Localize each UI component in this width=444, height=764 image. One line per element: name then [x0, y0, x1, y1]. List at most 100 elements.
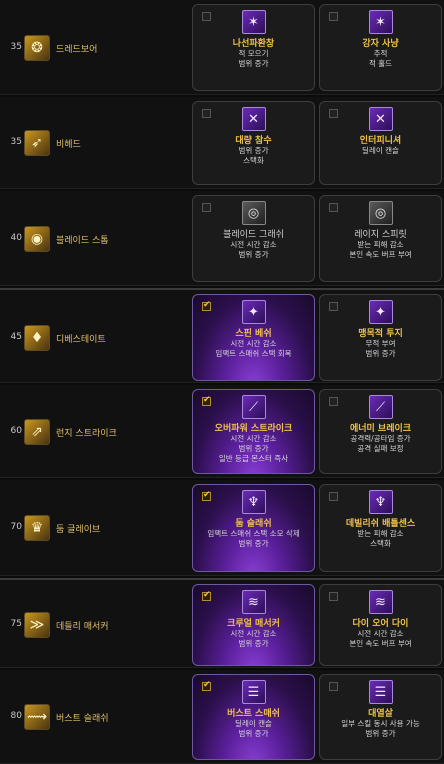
tripod-checkbox[interactable]: [329, 203, 338, 212]
tripod-card-left[interactable]: ✶ 나선파환창 적 모으기 범위 증가: [192, 4, 315, 91]
skill-name: 드레드보어: [56, 44, 98, 55]
skill-row: 70 ♛ 둠 글레이브 ♆둠 슬래쉬임팩트 스매쉬 스택 소모 삭제범위 증가♆데빌리…: [0, 480, 444, 576]
skill-level: 60: [10, 425, 22, 436]
skill-glyph-icon: ♦: [30, 329, 44, 346]
skill-icon[interactable]: ⟿: [24, 704, 50, 730]
skill-glyph-icon: ♛: [30, 520, 44, 536]
tripod-card-right[interactable]: ≋ 다이 오어 다이 시전 시간 감소 본인 속도 버프 부여: [319, 584, 442, 666]
skill-icon[interactable]: ⇗: [24, 418, 50, 445]
tripod-card-right[interactable]: ✶ 강자 사냥 추적 적 홀드: [319, 4, 442, 91]
tripod-icon: ✕: [368, 107, 393, 131]
tripod-card-right[interactable]: ✦ 맹목적 투지 무적 부여 범위 증가: [319, 294, 442, 381]
skill-name: 비헤드: [56, 140, 81, 150]
tripod-card-right[interactable]: ✕ 인터피니셔 딜레이 캔슬: [319, 101, 442, 185]
tripod-card-left[interactable]: ⟋오버파워 스트라이크시전 시간 감소범위 증가일반 등급 몬스터 즉사: [192, 389, 315, 474]
skill-glyph-icon: ◉: [30, 230, 44, 247]
skill-icon[interactable]: ♦: [24, 324, 50, 351]
tripod-card-left[interactable]: ◎ 블레이드 그래쉬 시전 시간 감소 범위 증가: [192, 195, 315, 282]
tripod-icon: ⟋: [368, 395, 393, 419]
tripod-checkbox[interactable]: [202, 300, 211, 311]
tripod-card-left[interactable]: ♆둠 슬래쉬임팩트 스매쉬 스택 소모 삭제범위 증가: [192, 484, 315, 572]
tripod-checkbox[interactable]: [202, 203, 211, 212]
skill-level: 35: [10, 137, 22, 147]
tripod-icon: ⟋: [241, 395, 266, 419]
tripod-effect: 공격 실패 보정: [357, 444, 404, 453]
tripod-glyph-icon: ✦: [375, 304, 386, 320]
tripod-card-left[interactable]: ✦스핀 베쉬시전 시간 감소임팩트 스매쉬 스택 회복: [192, 294, 315, 381]
tripod-card-right[interactable]: ◎ 레이지 스피릿 받는 피해 감소 본인 속도 버프 부여: [319, 195, 442, 282]
tripod-glyph-icon: ♆: [247, 494, 260, 510]
skill-level: 45: [10, 331, 22, 342]
skill-glyph-icon: ❂: [31, 39, 43, 56]
skill-row: 40 ◉ 블레이드 스톰 ◎ 블레이드 그래쉬 시전 시간 감소 범위 증가 ◎ 레이지 스피릿…: [0, 191, 444, 286]
tripod-effect: 본인 속도 버프 부여: [349, 250, 412, 259]
tripod-icon: ◎: [241, 201, 266, 225]
skill-level: 75: [10, 619, 22, 629]
tripod-checkbox[interactable]: [202, 395, 211, 406]
tripod-glyph-icon: ✶: [375, 14, 386, 30]
tripod-effect: 일반 등급 몬스터 즉사: [218, 454, 289, 463]
tripod-glyph-icon: ◎: [247, 205, 260, 221]
skill-icon[interactable]: ❂: [24, 34, 50, 61]
tripod-checkbox[interactable]: [329, 397, 338, 406]
tripod-glyph-icon: ☰: [374, 684, 387, 700]
tripod-card-right[interactable]: ⟋ 에너미 브레이크 공격력/공타임 증가 공격 실패 보정: [319, 389, 442, 474]
skill-glyph-icon: ⇗: [31, 423, 43, 440]
skill-level: 80: [10, 711, 22, 721]
tripod-effect: 스택화: [370, 539, 391, 548]
skill-icon[interactable]: ≫: [24, 612, 50, 638]
tripod-checkbox[interactable]: [202, 680, 211, 691]
skill-level: 35: [10, 41, 22, 52]
tripod-glyph-icon: ✕: [375, 111, 386, 127]
tripod-checkbox[interactable]: [202, 490, 211, 501]
tripod-glyph-icon: ≋: [375, 594, 386, 610]
tripod-card-left[interactable]: ✕ 대량 참수 범위 증가 스택화: [192, 101, 315, 185]
tripod-effect: 적 홀드: [368, 59, 393, 68]
tripod-effect: 임팩트 스매쉬 스택 회복: [215, 349, 292, 358]
tripod-icon: ♆: [368, 490, 393, 514]
tripod-icon: ♆: [241, 490, 266, 514]
tripod-card-left[interactable]: ☰버스트 스매쉬딜레이 캔슬범위 증가: [192, 674, 315, 760]
skill-icon[interactable]: ➶: [24, 130, 50, 156]
tripod-glyph-icon: ✶: [248, 14, 259, 30]
skill-name: 블레이드 스톰: [56, 235, 109, 246]
tripod-checkbox[interactable]: [202, 12, 211, 21]
tripod-icon: ✶: [241, 10, 266, 34]
tripod-effect: 범위 증가: [238, 539, 269, 548]
tripod-checkbox[interactable]: [202, 109, 211, 118]
skill-row: 75 ≫ 데들리 매서커 ≋크루얼 매서커시전 시간 감소범위 증가≋다이 오어 다이…: [0, 578, 444, 668]
tripod-effect: 본인 속도 버프 부여: [349, 639, 412, 648]
tripod-checkbox[interactable]: [329, 109, 338, 118]
skill-level: 40: [10, 232, 22, 243]
tripod-checkbox[interactable]: [329, 682, 338, 691]
skill-name: 데들리 매서커: [56, 622, 109, 632]
skill-icon[interactable]: ◉: [24, 225, 50, 252]
skill-name: 런지 스트라이크: [56, 428, 117, 439]
tripod-icon: ☰: [368, 680, 393, 704]
tripod-checkbox[interactable]: [329, 302, 338, 311]
tripod-icon: ✕: [241, 107, 266, 131]
skill-glyph-icon: ≫: [29, 617, 45, 633]
tripod-effect: 스택화: [243, 156, 264, 165]
skill-row: 80 ⟿ 버스트 슬래쉬 ☰버스트 스매쉬딜레이 캔슬범위 증가☰대열살일부 스킬 동…: [0, 670, 444, 764]
tripod-checkbox[interactable]: [329, 12, 338, 21]
tripod-effect: 범위 증가: [238, 639, 269, 648]
tripod-icon: ✶: [368, 10, 393, 34]
tripod-card-right[interactable]: ☰ 대열살 일부 스킬 동시 사용 가능 범위 증가: [319, 674, 442, 760]
tripod-effect: 범위 증가: [238, 729, 269, 738]
skill-name: 둠 글레이브: [56, 525, 101, 535]
tripod-checkbox[interactable]: [329, 592, 338, 601]
tripod-effect: 범위 증가: [365, 349, 396, 358]
tripod-effect: 범위 증가: [365, 729, 396, 738]
tripod-card-right[interactable]: ♆ 데빌리쉬 배틀센스 받는 피해 감소 스택화: [319, 484, 442, 572]
tripod-glyph-icon: ⟋: [248, 399, 259, 415]
tripod-glyph-icon: ✦: [248, 304, 259, 320]
tripod-card-left[interactable]: ≋크루얼 매서커시전 시간 감소범위 증가: [192, 584, 315, 666]
tripod-glyph-icon: ⟋: [375, 399, 386, 415]
tripod-glyph-icon: ✕: [248, 111, 259, 127]
tripod-checkbox[interactable]: [202, 590, 211, 601]
tripod-glyph-icon: ♆: [374, 494, 387, 510]
skill-glyph-icon: ➶: [31, 135, 43, 151]
skill-icon[interactable]: ♛: [24, 515, 50, 541]
tripod-checkbox[interactable]: [329, 492, 338, 501]
